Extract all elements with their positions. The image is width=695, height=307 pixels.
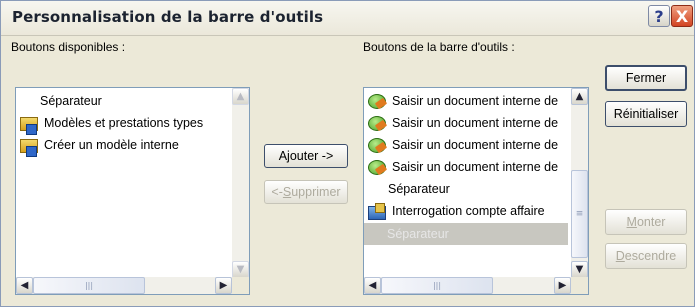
close-button[interactable]: Fermer	[605, 65, 687, 91]
reset-button[interactable]: Réinitialiser	[605, 101, 687, 127]
list-item-label: Saisir un document interne de	[392, 116, 559, 130]
list-item-label: Saisir un document interne de	[392, 160, 559, 174]
scroll-left-button[interactable]: ◀	[16, 277, 33, 294]
scroll-up-button[interactable]: ▲	[232, 88, 249, 105]
scroll-right-button[interactable]: ▶	[215, 277, 232, 294]
scroll-down-button[interactable]: ▼	[571, 261, 588, 278]
green-document-icon	[368, 93, 386, 109]
move-up-mnemonic: M	[626, 215, 637, 229]
scroll-corner	[571, 277, 588, 294]
scroll-down-button[interactable]: ▼	[232, 261, 249, 278]
available-buttons-list[interactable]: Séparateur Modèles et prestations types …	[15, 87, 250, 295]
toolbar-buttons-label: Boutons de la barre d'outils :	[363, 40, 515, 54]
horizontal-scrollbar[interactable]: ◀ ||| ▶	[364, 277, 571, 294]
green-document-icon	[368, 115, 386, 131]
move-up-button[interactable]: Monter	[605, 209, 687, 235]
horizontal-scroll-thumb[interactable]: |||	[33, 277, 145, 294]
green-document-icon	[368, 159, 386, 175]
vertical-scroll-thumb[interactable]: ≡	[571, 170, 588, 258]
scroll-left-button[interactable]: ◀	[364, 277, 381, 294]
remove-button[interactable]: <- Supprimer	[264, 180, 348, 204]
list-item-label: Interrogation compte affaire	[392, 204, 545, 218]
list-item[interactable]: Créer un modèle interne	[20, 134, 179, 157]
close-window-button[interactable]: X	[671, 5, 693, 27]
list-item[interactable]: Saisir un document interne de	[368, 112, 558, 134]
scroll-up-button[interactable]: ▲	[571, 88, 588, 105]
list-item[interactable]: Modèles et prestations types	[20, 112, 204, 135]
dialog-title: Personnalisation de la barre d'outils	[12, 8, 324, 26]
scroll-corner	[232, 277, 249, 294]
title-bar: Personnalisation de la barre d'outils ? …	[1, 1, 694, 36]
list-item-label: Saisir un document interne de	[392, 94, 559, 108]
list-item-label: Séparateur	[387, 227, 449, 241]
customize-toolbar-dialog: Personnalisation de la barre d'outils ? …	[0, 0, 695, 307]
remove-button-prefix: <-	[271, 185, 283, 199]
move-down-button[interactable]: Descendre	[605, 243, 687, 269]
list-item[interactable]: Séparateur	[20, 90, 102, 112]
document-folder-icon	[20, 117, 38, 135]
remove-button-mnemonic: S	[282, 185, 292, 199]
list-item-label: Modèles et prestations types	[44, 116, 204, 130]
list-item[interactable]: Saisir un document interne de	[368, 90, 558, 112]
remove-button-label: upprimer	[291, 185, 341, 199]
list-item-selected[interactable]: Séparateur	[364, 223, 568, 245]
folder-search-icon	[368, 203, 386, 220]
list-item-label: Saisir un document interne de	[392, 138, 559, 152]
help-button[interactable]: ?	[648, 5, 670, 27]
available-buttons-label: Boutons disponibles :	[11, 40, 126, 54]
list-item[interactable]: Séparateur	[368, 178, 450, 200]
add-button[interactable]: Ajouter ->	[264, 144, 348, 168]
scroll-right-button[interactable]: ▶	[554, 277, 571, 294]
move-down-label: escendre	[624, 249, 677, 263]
vertical-scrollbar[interactable]: ▲ ▼	[232, 88, 249, 278]
document-folder-icon	[20, 139, 38, 157]
horizontal-scrollbar[interactable]: ◀ ||| ▶	[16, 277, 232, 294]
list-item-label: Créer un modèle interne	[44, 138, 179, 152]
vertical-scrollbar[interactable]: ▲ ≡ ▼	[571, 88, 588, 278]
move-up-label: onter	[636, 215, 666, 229]
move-down-mnemonic: D	[615, 249, 625, 263]
list-item-label: Séparateur	[388, 182, 450, 196]
toolbar-buttons-list[interactable]: Saisir un document interne de Saisir un …	[363, 87, 589, 295]
green-document-icon	[368, 137, 386, 153]
list-item-label: Séparateur	[40, 94, 102, 108]
list-item[interactable]: Saisir un document interne de	[368, 134, 558, 156]
list-item[interactable]: Interrogation compte affaire	[368, 200, 545, 222]
horizontal-scroll-thumb[interactable]: |||	[381, 277, 493, 294]
list-item[interactable]: Saisir un document interne de	[368, 156, 558, 178]
